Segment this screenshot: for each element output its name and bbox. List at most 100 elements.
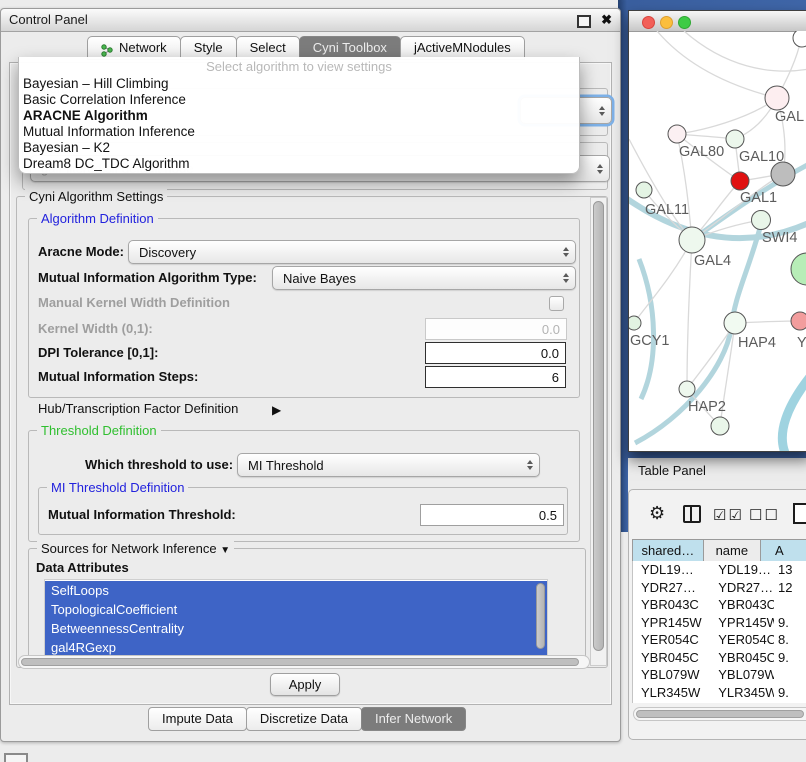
network-node[interactable] bbox=[752, 211, 771, 230]
table-cell: YBR045C bbox=[633, 649, 710, 667]
aracne-mode-label: Aracne Mode: bbox=[38, 240, 124, 264]
network-node-label: SWI4 bbox=[762, 230, 797, 246]
column-header-third[interactable]: A bbox=[761, 540, 806, 562]
algorithm-option[interactable]: Mutual Information Inference bbox=[19, 124, 579, 140]
algorithm-option[interactable]: Basic Correlation Inference bbox=[19, 92, 579, 108]
float-window-button[interactable] bbox=[577, 15, 591, 28]
control-panel-titlebar: Control Panel ✖ bbox=[1, 9, 620, 32]
network-node[interactable] bbox=[791, 312, 806, 330]
network-node[interactable] bbox=[793, 31, 806, 47]
table-cell: YBL079W bbox=[710, 666, 774, 684]
settings-hscrollbar[interactable] bbox=[18, 655, 590, 669]
network-node[interactable] bbox=[711, 417, 729, 435]
table-row[interactable]: YER054CYER054C8. bbox=[633, 631, 806, 649]
manual-kernel-checkbox[interactable] bbox=[549, 296, 564, 311]
table-cell: YIL052C bbox=[633, 701, 710, 703]
network-node[interactable] bbox=[765, 86, 789, 110]
table-cell bbox=[774, 666, 806, 684]
table-row[interactable]: YIL052CYIL052C9 bbox=[633, 701, 806, 703]
network-icon bbox=[101, 42, 114, 55]
column-header-name[interactable]: name bbox=[704, 540, 761, 562]
threshold-definition-title: Threshold Definition bbox=[37, 423, 161, 438]
tab-impute-data[interactable]: Impute Data bbox=[148, 707, 247, 731]
which-threshold-value: MI Threshold bbox=[248, 458, 324, 473]
tab-impute-data-label: Impute Data bbox=[162, 708, 233, 730]
algorithm-option[interactable]: Dream8 DC_TDC Algorithm bbox=[19, 156, 579, 172]
bottom-tabstrip: Impute Data Discretize Data Infer Networ… bbox=[148, 707, 465, 731]
table-row[interactable]: YLR345WYLR345W9. bbox=[633, 684, 806, 702]
network-node[interactable] bbox=[731, 172, 749, 190]
table-header: shared… name A bbox=[632, 539, 806, 563]
table-row[interactable]: YBL079WYBL079W bbox=[633, 666, 806, 684]
network-node[interactable] bbox=[679, 227, 705, 253]
algorithm-popup-prompt: Select algorithm to view settings bbox=[19, 57, 579, 76]
mi-algorithm-type-combo[interactable]: Naive Bayes bbox=[272, 266, 576, 290]
table-hscrollbar-thumb[interactable] bbox=[636, 710, 804, 718]
column-view-icon[interactable] bbox=[683, 505, 701, 523]
network-node[interactable] bbox=[726, 130, 744, 148]
tab-infer-network-label: Infer Network bbox=[375, 708, 452, 730]
column-header-shared-name[interactable]: shared… bbox=[633, 540, 704, 562]
dpi-tolerance-input[interactable] bbox=[425, 342, 566, 364]
network-node[interactable] bbox=[636, 182, 652, 198]
manual-kernel-label: Manual Kernel Width Definition bbox=[38, 293, 230, 313]
network-node[interactable] bbox=[791, 253, 806, 285]
sources-collapse-arrow-icon[interactable]: ▼ bbox=[220, 545, 230, 556]
table-row[interactable]: YDR27…YDR27…12 bbox=[633, 579, 806, 597]
algorithm-option[interactable]: Bayesian – K2 bbox=[19, 140, 579, 156]
data-attributes-list[interactable]: SelfLoopsTopologicalCoefficientBetweenne… bbox=[44, 579, 548, 661]
network-node-label: GAL4 bbox=[694, 253, 731, 269]
table-cell: YDR27… bbox=[710, 579, 774, 597]
minimize-window-button[interactable] bbox=[660, 16, 673, 29]
dpi-tolerance-label: DPI Tolerance [0,1]: bbox=[38, 342, 158, 364]
mi-threshold-input[interactable] bbox=[420, 504, 564, 526]
settings-scrollbar[interactable] bbox=[590, 197, 607, 666]
table-cell: 9. bbox=[774, 614, 806, 632]
minimized-panel-icon[interactable] bbox=[4, 753, 28, 762]
network-node[interactable] bbox=[771, 162, 795, 186]
network-node[interactable] bbox=[629, 316, 641, 330]
close-panel-button[interactable]: ✖ bbox=[601, 13, 612, 27]
zoom-window-button[interactable] bbox=[678, 16, 691, 29]
table-row[interactable]: YDL19…YDL19…13 bbox=[633, 561, 806, 579]
table-cell: YPR145W bbox=[710, 614, 774, 632]
apply-button[interactable]: Apply bbox=[270, 673, 340, 696]
table-row[interactable]: YPR145WYPR145W9. bbox=[633, 614, 806, 632]
data-attribute-item[interactable]: TopologicalCoefficient bbox=[45, 600, 547, 619]
table-cell: 9 bbox=[774, 701, 806, 703]
deselect-all-checkboxes-icon[interactable]: ☐☐ bbox=[749, 506, 780, 524]
attributes-scrollbar-thumb[interactable] bbox=[536, 583, 545, 649]
select-all-checkboxes-icon[interactable]: ☑☑ bbox=[713, 506, 744, 524]
mi-steps-input[interactable] bbox=[425, 366, 566, 388]
table-panel-title: Table Panel bbox=[638, 460, 706, 482]
data-attribute-item[interactable]: BetweennessCentrality bbox=[45, 619, 547, 638]
table-row[interactable]: YBR045CYBR045C9. bbox=[633, 649, 806, 667]
network-node-label: HAP4 bbox=[738, 335, 776, 351]
which-threshold-combo[interactable]: MI Threshold bbox=[237, 453, 540, 477]
tab-infer-network[interactable]: Infer Network bbox=[361, 707, 466, 731]
network-node[interactable] bbox=[724, 312, 746, 334]
network-canvas[interactable]: GALGAL80GAL10GAL1GAL11GAL4SWI4GCY1HAP4YH… bbox=[629, 31, 806, 451]
algorithm-option[interactable]: Bayesian – Hill Climbing bbox=[19, 76, 579, 92]
data-attribute-item[interactable]: SelfLoops bbox=[45, 581, 547, 600]
which-threshold-label: Which threshold to use: bbox=[85, 453, 233, 477]
close-window-button[interactable] bbox=[642, 16, 655, 29]
settings-scrollbar-thumb[interactable] bbox=[593, 201, 604, 651]
hub-expand-arrow-icon[interactable]: ▶ bbox=[272, 399, 281, 421]
settings-hscrollbar-thumb[interactable] bbox=[21, 658, 579, 666]
kernel-width-input[interactable] bbox=[425, 318, 567, 340]
tab-jactivemnodules-label: jActiveMNodules bbox=[414, 37, 511, 59]
network-node[interactable] bbox=[668, 125, 686, 143]
document-icon[interactable] bbox=[793, 503, 806, 524]
sources-group-title: Sources for Network Inference bbox=[41, 541, 217, 556]
tab-discretize-data[interactable]: Discretize Data bbox=[246, 707, 362, 731]
table-cell: YDL19… bbox=[710, 561, 774, 579]
gear-icon[interactable]: ⚙ bbox=[649, 503, 665, 524]
network-node[interactable] bbox=[679, 381, 695, 397]
mi-steps-label: Mutual Information Steps: bbox=[38, 366, 198, 388]
table-cell: YLR345W bbox=[633, 684, 710, 702]
table-hscrollbar[interactable] bbox=[633, 707, 806, 721]
table-row[interactable]: YBR043CYBR043C bbox=[633, 596, 806, 614]
aracne-mode-combo[interactable]: Discovery bbox=[128, 240, 576, 264]
algorithm-option[interactable]: ARACNE Algorithm bbox=[19, 108, 579, 124]
